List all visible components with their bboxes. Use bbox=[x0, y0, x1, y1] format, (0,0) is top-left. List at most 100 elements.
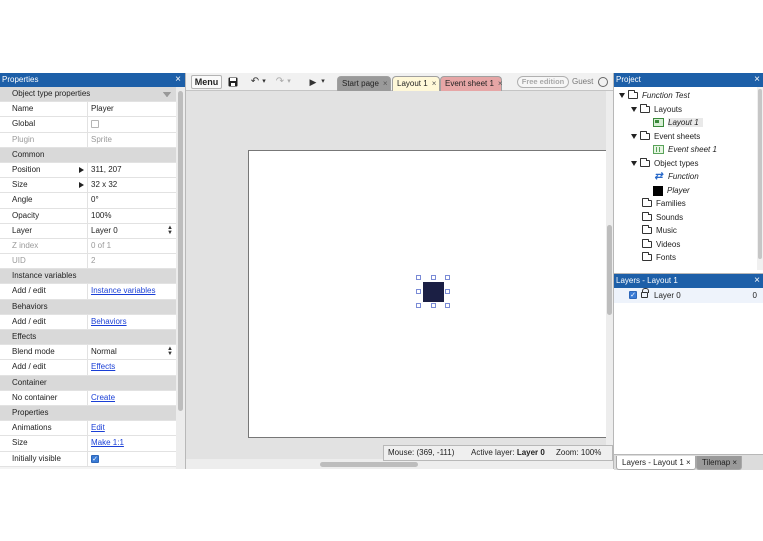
redo-dropdown-icon[interactable]: ▾ bbox=[286, 75, 292, 89]
project-close-icon[interactable]: × bbox=[754, 73, 760, 87]
tab-layers-layout-1[interactable]: Layers - Layout 1 × bbox=[616, 456, 696, 470]
property-row[interactable]: Add / edit Effects bbox=[0, 360, 176, 376]
properties-close-icon[interactable]: × bbox=[175, 73, 181, 87]
layout-canvas[interactable] bbox=[186, 91, 606, 459]
property-link[interactable]: Make 1:1 bbox=[91, 438, 124, 447]
tab-close-icon[interactable]: × bbox=[432, 79, 437, 88]
property-section[interactable]: Properties bbox=[0, 92, 176, 422]
save-icon[interactable] bbox=[227, 75, 239, 89]
expand-icon[interactable] bbox=[619, 93, 625, 99]
properties-scrollbar[interactable] bbox=[176, 87, 185, 469]
expand-icon[interactable] bbox=[631, 161, 637, 167]
property-section[interactable]: Behaviors bbox=[0, 92, 176, 315]
property-row[interactable]: Position 311, 207 bbox=[0, 162, 176, 179]
layer-visible-checkbox[interactable]: ✓ bbox=[629, 291, 637, 299]
property-value[interactable]: Edit bbox=[88, 421, 176, 435]
property-section[interactable]: Object type properties bbox=[0, 87, 176, 103]
property-row[interactable]: Global bbox=[0, 117, 176, 133]
play-dropdown-icon[interactable]: ▾ bbox=[320, 75, 326, 89]
property-link[interactable]: Behaviors bbox=[91, 317, 127, 326]
property-row[interactable]: Name Player bbox=[0, 102, 176, 118]
property-row[interactable]: Layer Layer 0 ▲ ▼ bbox=[0, 223, 176, 239]
property-row[interactable]: Blend mode Normal ▲ ▼ bbox=[0, 345, 176, 361]
resize-handle-top-right[interactable] bbox=[445, 275, 450, 280]
property-row[interactable]: Angle 0° bbox=[0, 193, 176, 209]
guest-label[interactable]: Guest bbox=[572, 76, 593, 88]
property-row[interactable]: Animations Edit bbox=[0, 421, 176, 437]
property-link[interactable]: Instance variables bbox=[91, 286, 155, 295]
property-section[interactable]: Effects bbox=[0, 92, 176, 346]
property-row[interactable]: Opacity 100% bbox=[0, 208, 176, 224]
property-value[interactable]: Layer 0 ▲ ▼ bbox=[88, 224, 176, 238]
project-scrollbar[interactable] bbox=[757, 87, 763, 270]
tab-start-page[interactable]: Start page × bbox=[337, 76, 391, 91]
resize-handle-top[interactable] bbox=[431, 275, 436, 280]
redo-icon[interactable]: ↷ bbox=[274, 75, 286, 89]
property-value[interactable]: Instance variables bbox=[88, 284, 176, 298]
expand-arrow-icon[interactable] bbox=[79, 166, 84, 173]
property-value[interactable]: Create bbox=[88, 391, 176, 405]
select-arrows-icon[interactable]: ▲ ▼ bbox=[167, 346, 173, 357]
property-value[interactable]: ✓ bbox=[88, 452, 176, 466]
resize-handle-right[interactable] bbox=[445, 289, 450, 294]
play-icon[interactable]: ▶ bbox=[308, 75, 318, 89]
resize-handle-bottom-right[interactable] bbox=[445, 303, 450, 308]
tab-close-icon[interactable]: × bbox=[383, 79, 388, 88]
tab-layout-1[interactable]: Layout 1 × bbox=[392, 76, 440, 91]
canvas-vertical-scroll-thumb[interactable] bbox=[607, 225, 612, 315]
property-row[interactable]: Size 32 x 32 bbox=[0, 178, 176, 194]
tree-item-function[interactable]: ⇄ Function bbox=[653, 170, 698, 183]
free-edition-badge[interactable]: Free edition bbox=[517, 76, 569, 88]
collapse-icon[interactable] bbox=[163, 92, 171, 97]
property-value[interactable]: Behaviors bbox=[88, 315, 176, 329]
tab-tilemap[interactable]: Tilemap × bbox=[696, 456, 742, 470]
tree-item-player[interactable]: Player bbox=[653, 184, 690, 197]
tree-root-function-test[interactable]: Function Test bbox=[619, 89, 690, 102]
menu-button[interactable]: Menu bbox=[191, 75, 222, 89]
tab-event-sheet-1[interactable]: Event sheet 1 × bbox=[440, 76, 503, 91]
expand-icon[interactable] bbox=[631, 134, 637, 140]
property-section[interactable]: Container bbox=[0, 92, 176, 391]
property-link[interactable]: Effects bbox=[91, 362, 115, 371]
tree-folder-families[interactable]: Families bbox=[642, 197, 686, 210]
properties-scroll-thumb[interactable] bbox=[178, 91, 183, 411]
tab-close-icon[interactable]: × bbox=[686, 458, 691, 467]
property-row[interactable]: Plugin Sprite bbox=[0, 132, 176, 148]
tree-item-event-sheet-1[interactable]: Event sheet 1 bbox=[653, 143, 717, 156]
expand-arrow-icon[interactable] bbox=[79, 182, 84, 189]
property-link[interactable]: Create bbox=[91, 393, 115, 402]
undo-dropdown-icon[interactable]: ▾ bbox=[261, 75, 267, 89]
property-row[interactable]: Initially visible ✓ bbox=[0, 451, 176, 467]
resize-handle-bottom-left[interactable] bbox=[416, 303, 421, 308]
property-section[interactable]: Common bbox=[0, 92, 176, 163]
tree-folder-videos[interactable]: Videos bbox=[642, 238, 680, 251]
property-value[interactable] bbox=[88, 117, 176, 131]
tree-folder-event-sheets[interactable]: Event sheets bbox=[631, 130, 700, 143]
resize-handle-left[interactable] bbox=[416, 289, 421, 294]
lock-icon[interactable] bbox=[641, 288, 649, 298]
tab-close-icon[interactable]: × bbox=[732, 458, 737, 467]
player-sprite[interactable] bbox=[423, 282, 444, 302]
property-section[interactable]: Instance variables bbox=[0, 92, 176, 285]
resize-handle-bottom[interactable] bbox=[431, 303, 436, 308]
checkbox-unchecked[interactable] bbox=[91, 120, 99, 129]
property-row[interactable]: UID 2 bbox=[0, 254, 176, 270]
tree-folder-fonts[interactable]: Fonts bbox=[642, 251, 676, 264]
checkbox-checked[interactable]: ✓ bbox=[91, 454, 99, 463]
tree-folder-sounds[interactable]: Sounds bbox=[642, 211, 683, 224]
resize-handle-top-left[interactable] bbox=[416, 275, 421, 280]
property-row[interactable]: Z index 0 of 1 bbox=[0, 238, 176, 255]
property-row[interactable]: Size Make 1:1 bbox=[0, 436, 176, 452]
property-value[interactable]: Make 1:1 bbox=[88, 436, 176, 450]
property-row[interactable]: Add / edit Behaviors bbox=[0, 314, 176, 330]
layers-close-icon[interactable]: × bbox=[754, 274, 760, 288]
tree-folder-object-types[interactable]: Object types bbox=[631, 157, 698, 170]
layer-row-layer-0[interactable]: ✓ Layer 0 0 bbox=[614, 288, 763, 303]
tree-item-layout-1[interactable]: Layout 1 bbox=[653, 116, 703, 129]
user-icon[interactable] bbox=[598, 77, 608, 87]
property-row[interactable]: Add / edit Instance variables bbox=[0, 284, 176, 300]
tree-folder-music[interactable]: Music bbox=[642, 224, 677, 237]
project-scroll-thumb[interactable] bbox=[758, 89, 762, 259]
canvas-horizontal-scroll-thumb[interactable] bbox=[320, 462, 418, 467]
property-link[interactable]: Edit bbox=[91, 423, 105, 432]
